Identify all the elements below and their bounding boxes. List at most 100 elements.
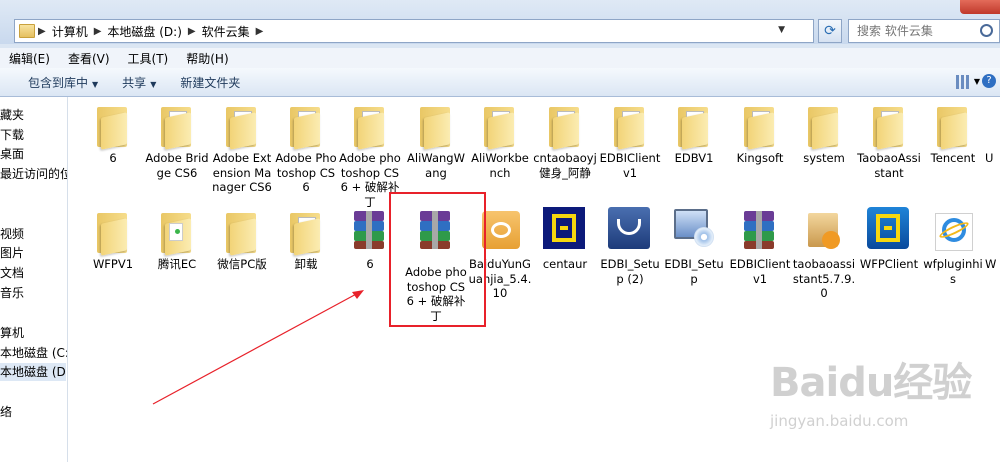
- sidebar-item-downloads[interactable]: 下载: [0, 126, 24, 144]
- file-label: 6: [109, 151, 117, 165]
- file-item[interactable]: W: [985, 207, 1000, 272]
- file-item[interactable]: Kingsoft: [728, 101, 792, 166]
- centaur-app-icon: [543, 207, 587, 255]
- refresh-button[interactable]: ⟳: [818, 19, 842, 43]
- search-icon[interactable]: [980, 24, 993, 37]
- sidebar-item-documents[interactable]: 文档: [0, 264, 24, 282]
- menu-bar: 编辑(E) 查看(V) 工具(T) 帮助(H): [0, 48, 1000, 68]
- file-label: taobaoassistant5.7.9.0: [792, 257, 856, 300]
- share-button[interactable]: 共享 ▼: [110, 74, 168, 91]
- file-item[interactable]: AliWorkbench: [468, 101, 532, 180]
- chevron-down-icon[interactable]: ▼: [974, 77, 980, 86]
- menu-edit[interactable]: 编辑(E): [0, 50, 59, 67]
- file-item[interactable]: U: [985, 101, 1000, 166]
- chevron-down-icon[interactable]: ▼: [778, 25, 785, 35]
- file-item[interactable]: EDBIClientv1: [728, 207, 792, 286]
- address-bar[interactable]: ▶ 计算机 ▶ 本地磁盘 (D:) ▶ 软件云集 ▶ ▼: [14, 19, 814, 43]
- file-label: Kingsoft: [736, 151, 784, 165]
- sidebar-item-desktop[interactable]: 桌面: [0, 145, 24, 163]
- file-item[interactable]: EDBI_Setup (2): [598, 207, 662, 286]
- folder-icon: [284, 207, 328, 256]
- file-icon: [985, 207, 1000, 255]
- view-options-icon[interactable]: [956, 75, 970, 89]
- file-item[interactable]: centaur: [533, 207, 597, 272]
- file-label: Adobe Extension Manager CS6: [212, 151, 272, 194]
- file-label: AliWangWang: [407, 151, 465, 180]
- address-row: ▶ 计算机 ▶ 本地磁盘 (D:) ▶ 软件云集 ▶ ▼ ⟳: [0, 0, 1000, 44]
- file-item[interactable]: Tencent: [921, 101, 985, 166]
- breadcrumb-drive-d[interactable]: 本地磁盘 (D:): [104, 23, 184, 40]
- wfp-client-icon: [867, 207, 911, 255]
- folder-icon: [220, 101, 264, 150]
- file-item[interactable]: WFPV1: [81, 207, 145, 272]
- winrar-archive-icon: [738, 207, 782, 255]
- file-label: WFPV1: [92, 257, 134, 271]
- chevron-right-icon[interactable]: ▶: [91, 26, 105, 37]
- file-item[interactable]: wfpluginhis: [921, 207, 985, 286]
- breadcrumb-current-folder[interactable]: 软件云集: [199, 23, 253, 40]
- breadcrumb-computer[interactable]: 计算机: [49, 23, 91, 40]
- file-item[interactable]: WFPClient: [857, 207, 921, 272]
- watermark-url: jingyan.baidu.com: [770, 412, 909, 430]
- file-label: WFPClient: [859, 257, 919, 271]
- file-item[interactable]: 腾讯EC: [145, 207, 209, 272]
- include-in-library-label: 包含到库中: [28, 75, 89, 90]
- search-field[interactable]: [848, 19, 1000, 43]
- file-item[interactable]: 6: [81, 101, 145, 166]
- folder-icon: [414, 101, 458, 150]
- sidebar-item-favorites[interactable]: 藏夹: [0, 106, 24, 124]
- file-label: EDBIClientv1: [729, 257, 791, 286]
- chevron-right-icon[interactable]: ▶: [253, 26, 267, 37]
- folder-icon: [91, 101, 135, 150]
- search-input[interactable]: [855, 20, 984, 42]
- file-item[interactable]: taobaoassistant5.7.9.0: [792, 207, 856, 301]
- include-in-library-button[interactable]: 包含到库中 ▼: [0, 74, 110, 91]
- menu-help[interactable]: 帮助(H): [177, 50, 237, 67]
- menu-tools[interactable]: 工具(T): [119, 50, 178, 67]
- folder-icon: [220, 207, 264, 256]
- file-label: wfpluginhis: [923, 257, 983, 286]
- file-label: TaobaoAssistant: [857, 151, 921, 180]
- folder-icon: [155, 207, 199, 256]
- folder-icon: [738, 101, 782, 150]
- chevron-right-icon[interactable]: ▶: [35, 26, 49, 37]
- sidebar-item-computer[interactable]: 算机: [0, 324, 24, 342]
- file-item[interactable]: Adobe Photoshop CS6: [274, 101, 338, 195]
- sidebar-item-drive-d[interactable]: 本地磁盘 (D:): [0, 363, 67, 381]
- sidebar-item-recent-places[interactable]: 最近访问的位置: [0, 165, 67, 183]
- file-item[interactable]: cntaobaoyj健身_阿静: [533, 101, 597, 180]
- chevron-down-icon: ▼: [150, 79, 157, 89]
- menu-view[interactable]: 查看(V): [59, 50, 119, 67]
- taobao-installer-icon: [802, 207, 846, 255]
- internet-explorer-icon: [931, 207, 975, 255]
- setup-cd-icon: [672, 207, 716, 255]
- navigation-pane: 藏夹 下载 桌面 最近访问的位置 视频 图片 文档 音乐 算机 本地磁盘 (C:…: [0, 97, 68, 462]
- sidebar-item-network[interactable]: 络: [0, 403, 12, 421]
- highlight-box: [389, 192, 486, 327]
- sidebar-item-music[interactable]: 音乐: [0, 284, 24, 302]
- file-item[interactable]: EDBV1: [662, 101, 726, 166]
- close-window-button[interactable]: [960, 0, 1000, 14]
- file-label: U: [985, 151, 994, 165]
- chevron-right-icon[interactable]: ▶: [185, 26, 199, 37]
- file-item[interactable]: EDBI_Setup: [662, 207, 726, 286]
- file-item[interactable]: 微信PC版: [210, 207, 274, 272]
- help-icon[interactable]: ?: [982, 74, 996, 88]
- file-item[interactable]: 卸载: [274, 207, 338, 272]
- sidebar-item-videos[interactable]: 视频: [0, 225, 24, 243]
- file-item[interactable]: EDBIClientv1: [598, 101, 662, 180]
- file-label: EDBI_Setup (2): [600, 257, 660, 286]
- folder-icon: [931, 101, 975, 150]
- file-item[interactable]: system: [792, 101, 856, 166]
- folder-icon: [985, 101, 1000, 149]
- file-item[interactable]: Adobe Extension Manager CS6: [210, 101, 274, 195]
- new-folder-button[interactable]: 新建文件夹: [168, 74, 252, 91]
- file-item[interactable]: Adobe Bridge CS6: [145, 101, 209, 180]
- file-label: Tencent: [930, 151, 976, 165]
- sidebar-item-drive-c[interactable]: 本地磁盘 (C:): [0, 344, 67, 362]
- folder-icon: [543, 101, 587, 150]
- folder-icon: [348, 101, 392, 150]
- sidebar-item-pictures[interactable]: 图片: [0, 244, 24, 262]
- file-item[interactable]: AliWangWang: [404, 101, 468, 180]
- file-item[interactable]: TaobaoAssistant: [857, 101, 921, 180]
